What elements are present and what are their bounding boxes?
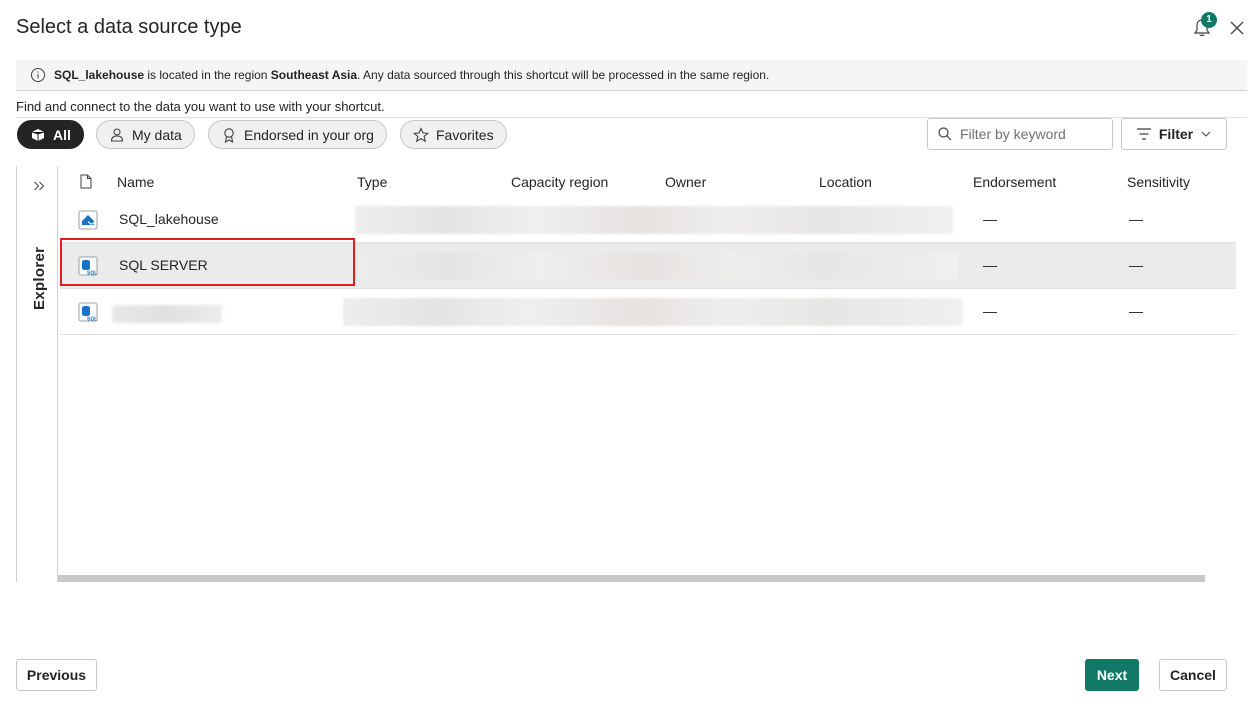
row-name[interactable]: SQL_lakehouse: [119, 211, 219, 227]
explorer-pane[interactable]: Explorer: [17, 166, 58, 582]
horizontal-scrollbar[interactable]: [58, 575, 1205, 582]
file-type-icon: [80, 174, 92, 189]
pill-my-data[interactable]: My data: [96, 120, 195, 149]
column-header-type[interactable]: Type: [357, 174, 387, 190]
svg-text:SQL: SQL: [87, 317, 97, 323]
column-header-owner[interactable]: Owner: [665, 174, 706, 190]
cube-icon: [31, 128, 45, 141]
pill-favorites[interactable]: Favorites: [400, 120, 507, 149]
person-icon: [110, 127, 124, 142]
row-endorsement: —: [983, 257, 997, 273]
selection-highlight-box: [60, 238, 355, 286]
sql-database-icon: SQL: [78, 302, 98, 322]
info-item-name: SQL_lakehouse: [54, 68, 145, 82]
lakehouse-icon: [78, 210, 98, 230]
browser-panel: Explorer Name Type Capacity region Owner…: [16, 166, 1236, 582]
filter-lines-icon: [1136, 128, 1151, 140]
filter-button-label: Filter: [1158, 126, 1194, 142]
chevron-down-icon: [1201, 131, 1211, 137]
column-header-endorsement[interactable]: Endorsement: [973, 174, 1056, 190]
notification-badge: 1: [1201, 12, 1217, 28]
pill-my-data-label: My data: [132, 126, 182, 143]
info-text-2: . Any data sourced through this shortcut…: [357, 68, 770, 82]
search-icon: [938, 127, 952, 141]
info-region: Southeast Asia: [270, 68, 358, 82]
previous-button[interactable]: Previous: [16, 659, 97, 691]
description: Find and connect to the data you want to…: [16, 99, 385, 114]
pill-endorsed-label: Endorsed in your org: [244, 126, 374, 143]
region-info-bar: SQL_lakehouse is located in the region S…: [16, 60, 1247, 91]
star-icon: [413, 126, 429, 142]
close-icon[interactable]: [1229, 20, 1245, 36]
redacted-details: [355, 206, 953, 234]
expand-chevron-icon[interactable]: [33, 180, 45, 192]
explorer-label: Explorer: [31, 246, 48, 310]
cancel-button[interactable]: Cancel: [1159, 659, 1227, 691]
info-text-1: is located in the region: [144, 68, 271, 82]
dialog-title: Select a data source type: [16, 16, 242, 38]
pill-all-label: All: [53, 126, 71, 143]
search-input[interactable]: [960, 126, 1100, 142]
table-row[interactable]: SQL_lakehouse — —: [60, 197, 1236, 243]
info-text: SQL_lakehouse is located in the region S…: [54, 68, 769, 82]
redacted-details: [343, 298, 963, 326]
column-header-sensitivity[interactable]: Sensitivity: [1127, 174, 1190, 190]
row-endorsement: —: [983, 211, 997, 227]
column-header-name[interactable]: Name: [117, 174, 154, 190]
row-sensitivity: —: [1129, 303, 1143, 319]
pill-favorites-label: Favorites: [436, 126, 494, 143]
redacted-name: [112, 305, 222, 323]
row-sensitivity: —: [1129, 211, 1143, 227]
pill-all[interactable]: All: [17, 120, 84, 149]
pill-endorsed[interactable]: Endorsed in your org: [208, 120, 387, 149]
next-button[interactable]: Next: [1085, 659, 1139, 691]
row-endorsement: —: [983, 303, 997, 319]
table-row[interactable]: SQL — —: [60, 289, 1236, 335]
search-box: [927, 118, 1113, 150]
row-sensitivity: —: [1129, 257, 1143, 273]
filter-button[interactable]: Filter: [1121, 118, 1227, 150]
ribbon-icon: [224, 127, 234, 143]
redacted-details: [360, 252, 958, 280]
column-header-capacity-region[interactable]: Capacity region: [511, 174, 608, 190]
column-header-location[interactable]: Location: [819, 174, 872, 190]
info-icon: [31, 68, 45, 82]
